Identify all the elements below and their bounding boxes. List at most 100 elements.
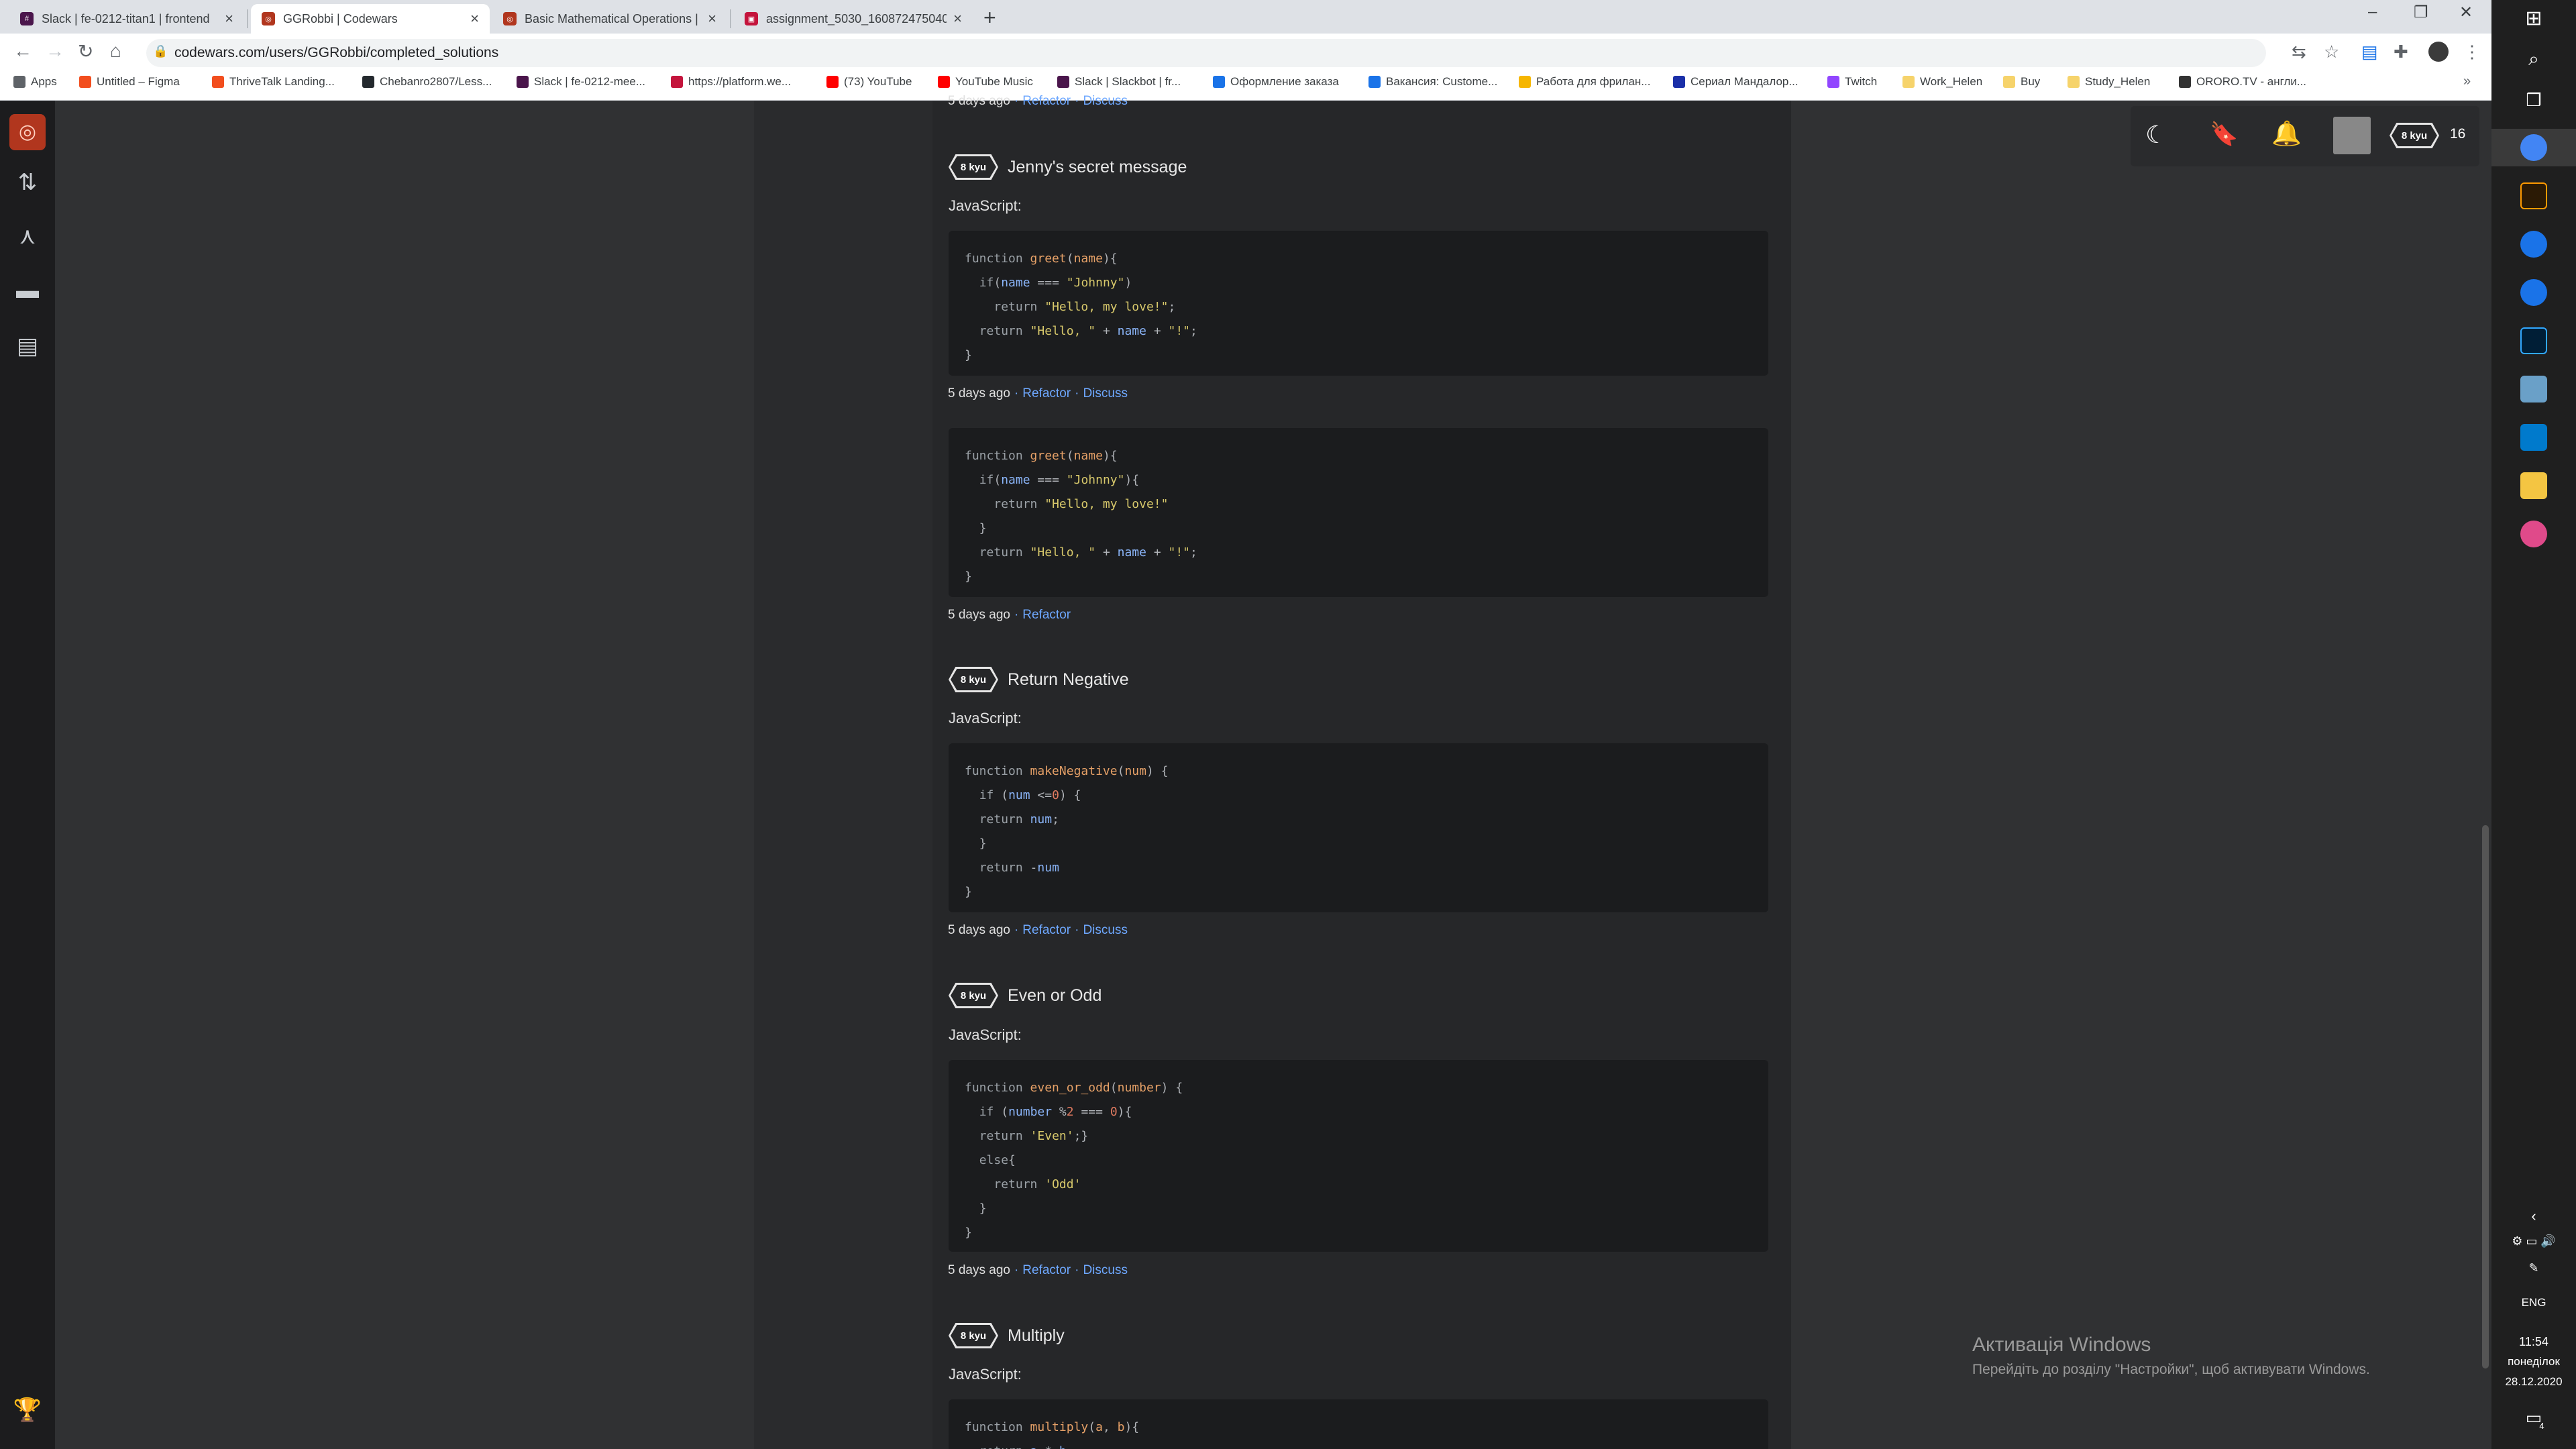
refactor-link[interactable]: Refactor	[1022, 386, 1071, 400]
page-scrollbar[interactable]	[2482, 825, 2489, 1368]
back-icon[interactable]: ←	[13, 40, 32, 62]
dark-mode-icon[interactable]: ☾	[2145, 121, 2167, 149]
practice-icon[interactable]: ⇅	[0, 169, 55, 196]
browser-app-icon[interactable]	[2520, 231, 2547, 258]
kata-title-row: 8 kyu Return Negative	[949, 667, 1129, 692]
close-icon[interactable]: ×	[953, 10, 962, 28]
user-avatar[interactable]	[2333, 117, 2371, 154]
bookmark-item[interactable]: (73) YouTube	[826, 75, 912, 89]
restore-button[interactable]: ❐	[2414, 3, 2428, 22]
user-rank-badge: 8 kyu	[2390, 123, 2439, 148]
solution-meta: 5 days ago · Refactor · Discuss	[948, 386, 1128, 400]
search-icon[interactable]: ⌕	[2491, 48, 2576, 70]
discuss-link[interactable]: Discuss	[1083, 94, 1128, 108]
bookmark-item[interactable]: Slack | Slackbot | fr...	[1057, 75, 1181, 89]
notifications-bell-icon[interactable]: 🔔	[2271, 119, 2302, 148]
vscode-icon[interactable]	[2520, 424, 2547, 451]
codewars-logo-icon[interactable]: ◎	[9, 114, 46, 150]
tab-basic-math[interactable]: ◎ Basic Mathematical Operations | C ×	[492, 4, 727, 34]
refactor-link[interactable]: Refactor	[1022, 94, 1071, 108]
profile-avatar[interactable]	[2428, 42, 2449, 62]
bookmark-item[interactable]: Сериал Мандалор...	[1673, 75, 1799, 89]
windows-start-icon[interactable]: ⊞	[2491, 7, 2576, 30]
kata-title[interactable]: Multiply	[1008, 1326, 1065, 1346]
bookmark-icon	[1368, 76, 1381, 88]
tab-slack[interactable]: # Slack | fe-0212-titan1 | frontend ×	[9, 4, 244, 34]
docs-icon[interactable]: ▤	[0, 333, 55, 360]
chevron-left-icon[interactable]: ‹	[2491, 1208, 2576, 1225]
tab-codewars-profile[interactable]: ◎ GGRobbi | Codewars ×	[251, 4, 490, 34]
language-label: JavaScript:	[949, 1026, 1022, 1043]
lock-icon[interactable]: 🔒	[153, 44, 168, 58]
kata-title[interactable]: Return Negative	[1008, 670, 1129, 690]
forward-icon[interactable]: →	[46, 40, 64, 62]
windows-taskbar	[2491, 0, 2576, 1449]
close-icon[interactable]: ×	[470, 10, 479, 28]
clock-time[interactable]: 11:54	[2491, 1335, 2576, 1349]
bookmark-item[interactable]: Оформление заказа	[1213, 75, 1339, 89]
bookmark-item[interactable]: Work_Helen	[1902, 75, 1982, 89]
translate-icon[interactable]: ⇆	[2292, 42, 2306, 62]
chrome-icon[interactable]	[2520, 134, 2547, 161]
chat-icon[interactable]: ▬	[0, 278, 55, 304]
close-icon[interactable]: ×	[708, 10, 716, 28]
bookmark-item[interactable]: Вакансия: Custome...	[1368, 75, 1497, 89]
bookmark-item[interactable]: ORORO.TV - англи...	[2179, 75, 2306, 89]
kata-title[interactable]: Even or Odd	[1008, 986, 1102, 1006]
bookmark-item[interactable]: Apps	[13, 75, 57, 89]
new-tab-button[interactable]: +	[983, 5, 996, 30]
bookmark-label: Slack | fe-0212-mee...	[534, 75, 645, 88]
task-view-icon[interactable]: ❒	[2491, 90, 2576, 111]
more-bookmarks-icon[interactable]: »	[2463, 74, 2471, 89]
bookmark-item[interactable]: Chebanro2807/Less...	[362, 75, 492, 89]
home-icon[interactable]: ⌂	[110, 40, 121, 62]
bookmark-item[interactable]: Slack | fe-0212-mee...	[517, 75, 645, 89]
menu-icon[interactable]: ⋮	[2463, 42, 2481, 62]
file-explorer-icon[interactable]	[2520, 472, 2547, 499]
refactor-link[interactable]: Refactor	[1022, 608, 1071, 622]
clock-date[interactable]: 28.12.2020	[2491, 1375, 2576, 1389]
bookmark-item[interactable]: Study_Helen	[2068, 75, 2150, 89]
bookmark-item[interactable]: Untitled – Figma	[79, 75, 180, 89]
bookmark-icon	[1213, 76, 1225, 88]
trophy-icon[interactable]: 🏆	[0, 1397, 55, 1424]
close-window-button[interactable]: ✕	[2459, 3, 2473, 22]
kata-title[interactable]: Jenny's secret message	[1008, 158, 1187, 177]
reload-icon[interactable]: ↻	[78, 40, 93, 62]
bookmark-item[interactable]: Работа для фрилан...	[1519, 75, 1650, 89]
refactor-link[interactable]: Refactor	[1022, 923, 1071, 937]
bookmark-icon	[1673, 76, 1685, 88]
app-icon[interactable]	[2520, 521, 2547, 547]
input-language[interactable]: ENG	[2491, 1296, 2576, 1309]
extensions-icon[interactable]: ✚	[2394, 42, 2408, 62]
photoshop-icon[interactable]	[2520, 327, 2547, 354]
bookmark-icon[interactable]: 🔖	[2210, 121, 2238, 148]
refactor-link[interactable]: Refactor	[1022, 1263, 1071, 1277]
bookmark-item[interactable]: ThriveTalk Landing...	[212, 75, 335, 89]
bookmark-label: Chebanro2807/Less...	[380, 75, 492, 88]
bookmark-icon	[1827, 76, 1839, 88]
discuss-link[interactable]: Discuss	[1083, 1263, 1128, 1277]
url-text[interactable]: codewars.com/users/GGRobbi/completed_sol…	[174, 45, 498, 61]
clock-day[interactable]: понеділок	[2491, 1355, 2576, 1368]
tab-assignment[interactable]: ▣ assignment_5030_160872475040 ×	[734, 4, 973, 34]
translate-extension-icon[interactable]: ▤	[2361, 42, 2378, 62]
activation-title: Активація Windows	[1972, 1334, 2151, 1356]
bookmark-item[interactable]: https://platform.we...	[671, 75, 791, 89]
pen-icon[interactable]: ✎	[2491, 1261, 2576, 1275]
bookmark-item[interactable]: Twitch	[1827, 75, 1877, 89]
close-icon[interactable]: ×	[225, 10, 233, 28]
git-fork-icon[interactable]: ⋏	[0, 223, 55, 250]
star-icon[interactable]: ☆	[2324, 42, 2339, 62]
kata-title-row: 8 kyu Multiply	[949, 1323, 1065, 1348]
tray-icons[interactable]: ⚙ ▭ 🔊	[2491, 1234, 2576, 1248]
discuss-link[interactable]: Discuss	[1083, 386, 1128, 400]
minimize-button[interactable]: –	[2368, 3, 2377, 21]
discuss-link[interactable]: Discuss	[1083, 923, 1128, 937]
illustrator-icon[interactable]	[2520, 182, 2547, 209]
bookmark-item[interactable]: Buy	[2003, 75, 2040, 89]
bookmark-item[interactable]: YouTube Music	[938, 75, 1033, 89]
assignment-icon: ▣	[745, 12, 758, 25]
app-icon[interactable]	[2520, 376, 2547, 402]
browser-app-icon[interactable]	[2520, 279, 2547, 306]
